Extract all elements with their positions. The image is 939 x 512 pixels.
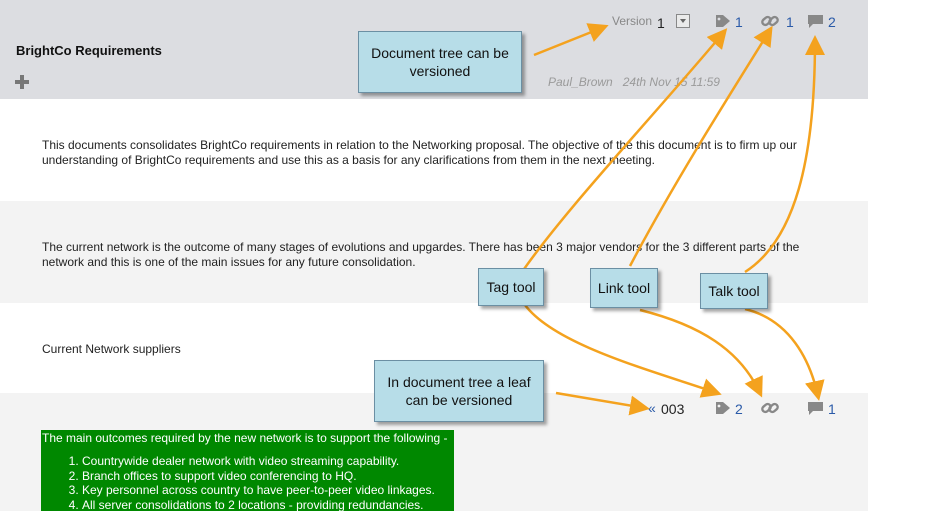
outcomes-intro: The main outcomes required by the new ne… (42, 431, 448, 445)
plus-icon[interactable] (14, 74, 30, 90)
link-chain-icon[interactable] (760, 12, 780, 30)
callout-link-tool: Link tool (590, 268, 658, 308)
list-item: Branch offices to support video conferen… (82, 469, 435, 484)
author-date: Paul_Brown 24th Nov 15 11:59 (548, 75, 720, 89)
paragraph-text-3: Current Network suppliers (42, 342, 802, 357)
tag-icon[interactable] (715, 401, 731, 415)
outcomes-list: Countrywide dealer network with video st… (41, 454, 435, 512)
leaf-tag-count[interactable]: 2 (735, 401, 743, 417)
double-chevron-left-icon[interactable]: « (648, 400, 656, 416)
link-count[interactable]: 1 (786, 14, 794, 30)
leaf-talk-count[interactable]: 1 (828, 401, 836, 417)
author-name: Paul_Brown (548, 75, 613, 89)
tag-count[interactable]: 1 (735, 14, 743, 30)
version-label: Version (612, 14, 652, 28)
callout-tag-tool: Tag tool (478, 268, 544, 306)
list-item: Countrywide dealer network with video st… (82, 454, 435, 469)
tag-icon[interactable] (715, 14, 731, 28)
speech-bubble-icon[interactable] (807, 401, 824, 416)
dropdown-square-icon[interactable] (676, 14, 690, 28)
outcomes-block[interactable]: The main outcomes required by the new ne… (41, 430, 454, 511)
document-title: BrightCo Requirements (16, 43, 162, 58)
callout-talk-tool: Talk tool (700, 273, 768, 309)
speech-bubble-icon[interactable] (807, 14, 824, 29)
list-item: All server consolidations to 2 locations… (82, 498, 435, 512)
paragraph-text-1: This documents consolidates BrightCo req… (42, 138, 802, 168)
leaf-version-number: 003 (661, 401, 684, 417)
version-number: 1 (657, 15, 665, 31)
callout-document-tree: Document tree can be versioned (358, 31, 522, 93)
callout-leaf-version: In document tree a leaf can be versioned (374, 360, 544, 422)
paragraph-text-2: The current network is the outcome of ma… (42, 240, 802, 270)
link-chain-icon[interactable] (760, 399, 780, 417)
list-item: Key personnel across country to have pee… (82, 483, 435, 498)
modified-date: 24th Nov 15 11:59 (623, 75, 720, 89)
talk-count[interactable]: 2 (828, 14, 836, 30)
